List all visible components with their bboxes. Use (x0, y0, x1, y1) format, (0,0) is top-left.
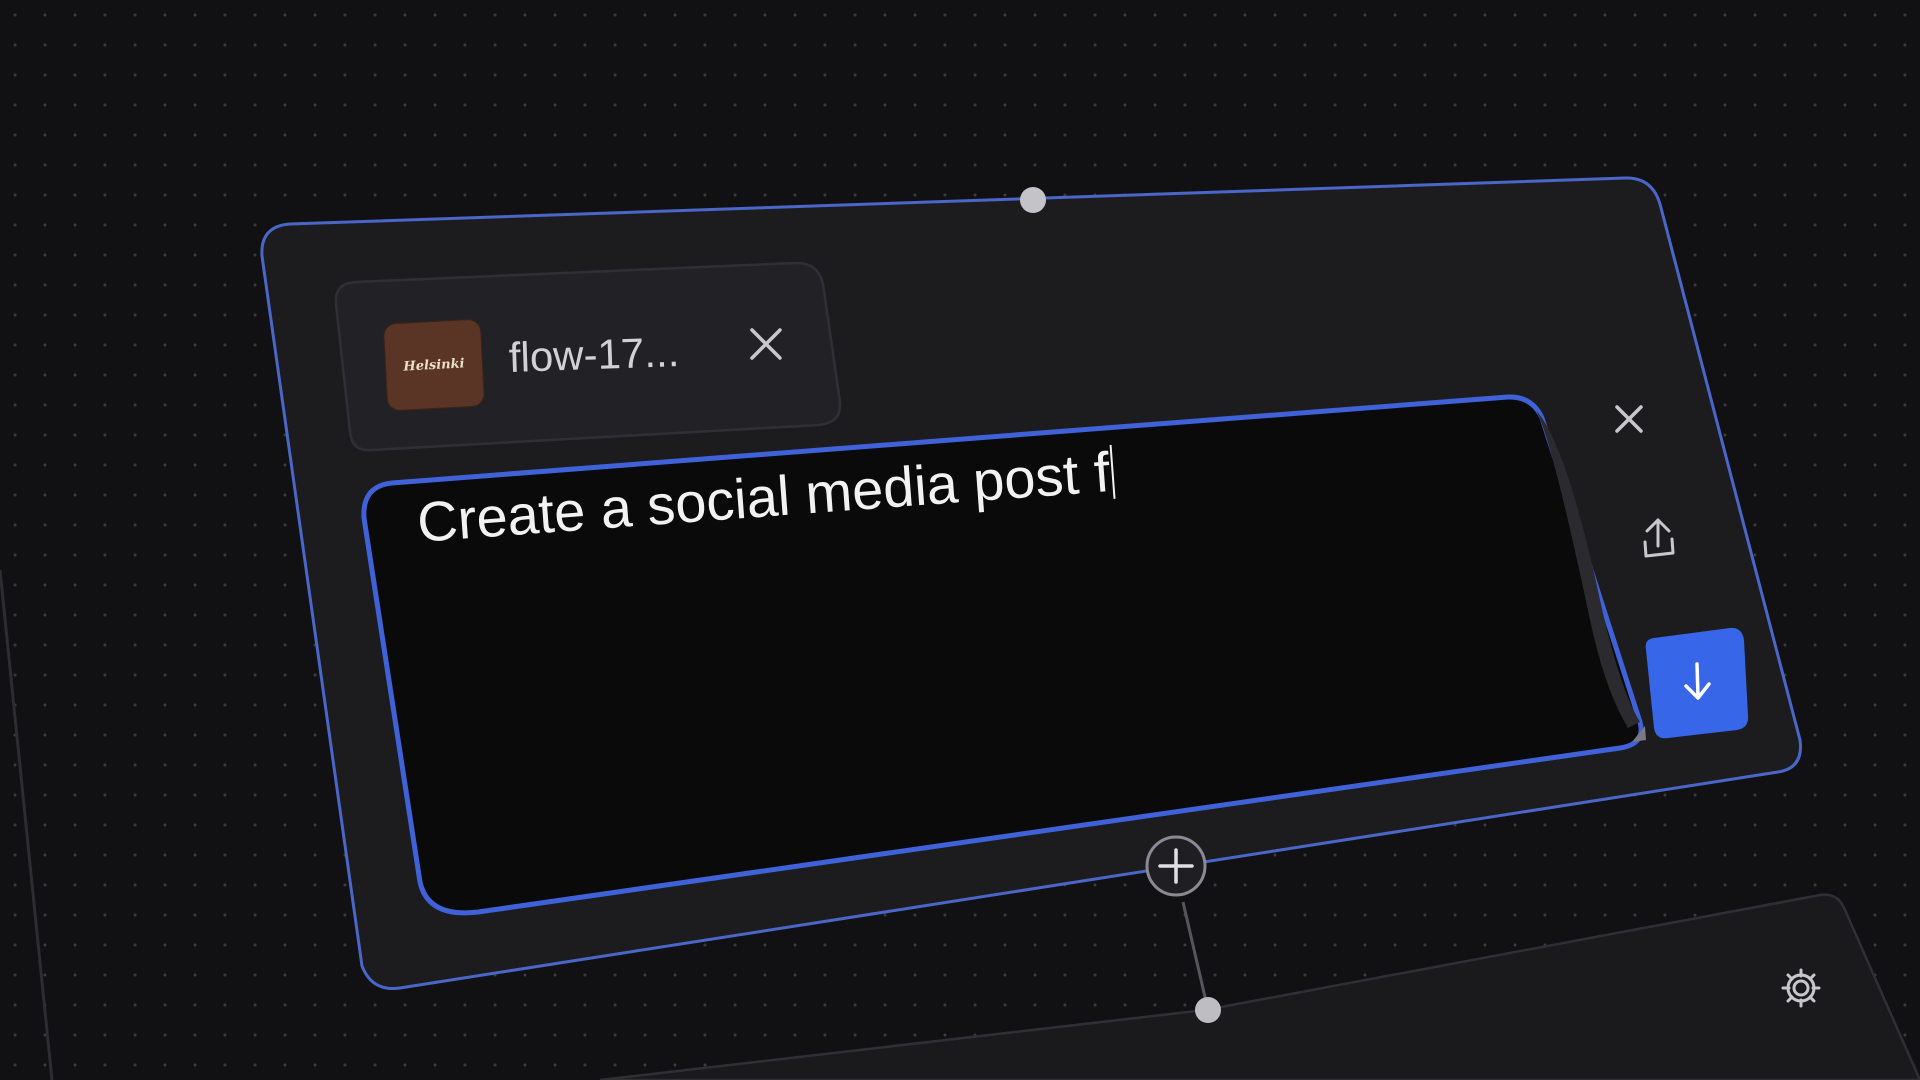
node-input-handle[interactable] (1020, 187, 1046, 213)
submit-button[interactable] (1645, 627, 1749, 739)
attachment-thumbnail-logo: Helsinki (403, 355, 465, 375)
settings-button[interactable] (1781, 968, 1821, 1008)
add-node-button[interactable] (1145, 835, 1207, 897)
gear-icon (1781, 968, 1821, 1008)
flow-canvas[interactable]: Helsinki flow-17... Create a social medi… (0, 0, 1920, 1080)
attachment-thumbnail: Helsinki (383, 319, 485, 411)
attachment-file-name: flow-17... (508, 328, 680, 381)
